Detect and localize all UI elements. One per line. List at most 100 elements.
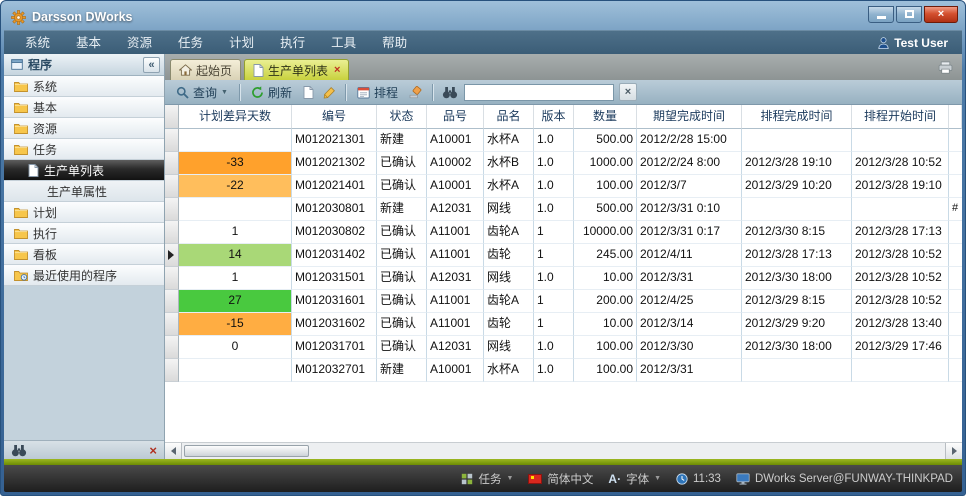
sidebar-item[interactable]: 最近使用的程序 [4, 265, 164, 286]
grid-cell: 新建 [377, 198, 427, 221]
grid-cell: 2012/4/11 [637, 244, 742, 267]
grid-row[interactable]: -22M012021401已确认A10001水杯A1.0100.002012/3… [165, 175, 962, 198]
folder-icon [14, 249, 28, 260]
folder-icon [14, 144, 28, 155]
grid-row[interactable]: 1M012031501已确认A12031网线1.010.002012/3/312… [165, 267, 962, 290]
grid-cell: 水杯B [484, 152, 534, 175]
grid-cell: 2012/3/31 [637, 267, 742, 290]
scroll-left-button[interactable] [165, 443, 182, 459]
sidebar-collapse-button[interactable]: « [143, 57, 160, 73]
grid-row[interactable]: M012030801新建A12031网线1.0500.002012/3/31 0… [165, 198, 962, 221]
grid-row[interactable]: 27M012031601已确认A11001齿轮A1200.002012/4/25… [165, 290, 962, 313]
grid-cell: A11001 [427, 290, 484, 313]
user-indicator[interactable]: Test User [878, 36, 954, 50]
clear-search-button[interactable]: × [619, 83, 637, 101]
scrollbar-thumb[interactable] [184, 445, 309, 457]
grid-cell: 已确认 [377, 313, 427, 336]
statusbar-language[interactable]: 简体中文 [528, 471, 593, 487]
grid-row[interactable]: 14M012031402已确认A11001齿轮1245.002012/4/112… [165, 244, 962, 267]
menu-item[interactable]: 执行 [267, 31, 318, 55]
grid-cell: 14 [179, 244, 292, 267]
menu-item[interactable]: 计划 [216, 31, 267, 55]
grid-cell: A11001 [427, 244, 484, 267]
tab[interactable]: 生产单列表× [244, 59, 349, 80]
sidebar-item[interactable]: 资源 [4, 118, 164, 139]
column-header[interactable]: 排程完成时间 [742, 105, 852, 129]
binoculars-icon[interactable] [11, 444, 27, 457]
tabs: 起始页生产单列表× [170, 59, 349, 80]
sidebar-item[interactable]: 基本 [4, 97, 164, 118]
sidebar-item[interactable]: 任务 [4, 139, 164, 160]
grid-cell: 1 [179, 267, 292, 290]
grid-cell [949, 244, 962, 267]
query-button[interactable]: 查询 ▼ [171, 82, 233, 103]
grid-cell: 新建 [377, 129, 427, 152]
column-header[interactable]: 品号 [427, 105, 484, 129]
menu-item[interactable]: 帮助 [369, 31, 420, 55]
sidebar-item[interactable]: 系统 [4, 76, 164, 97]
menu-item[interactable]: 基本 [63, 31, 114, 55]
menu-item[interactable]: 资源 [114, 31, 165, 55]
maximize-button[interactable] [896, 6, 922, 23]
sidebar-item[interactable]: 计划 [4, 202, 164, 223]
grid-cell: 已确认 [377, 175, 427, 198]
sidebar-item[interactable]: 看板 [4, 244, 164, 265]
grid-cell: 已确认 [377, 221, 427, 244]
sidebar-item[interactable]: 生产单列表 [4, 160, 164, 181]
eraser-button[interactable] [406, 84, 426, 101]
horizontal-scrollbar[interactable] [165, 442, 962, 459]
tasks-grid-icon [461, 473, 473, 485]
find-binoculars-icon[interactable] [442, 86, 458, 99]
statusbar-tasks[interactable]: 任务 ▼ [461, 471, 513, 487]
refresh-button[interactable]: 刷新 [246, 82, 297, 103]
column-header[interactable]: 期望完成时间 [637, 105, 742, 129]
grid-cell: A10002 [427, 152, 484, 175]
column-header[interactable]: 数量 [574, 105, 637, 129]
printer-icon[interactable] [938, 61, 957, 74]
scroll-right-button[interactable] [945, 443, 962, 459]
menu-item[interactable]: 工具 [318, 31, 369, 55]
recent-icon [14, 270, 28, 281]
minimize-button[interactable] [868, 6, 894, 23]
statusbar-clock: 11:33 [676, 473, 721, 485]
column-header[interactable]: 品名 [484, 105, 534, 129]
grid-row[interactable]: 1M012030802已确认A11001齿轮A110000.002012/3/3… [165, 221, 962, 244]
edit-button[interactable] [320, 84, 339, 101]
menu-item[interactable]: 任务 [165, 31, 216, 55]
grid-cell: 齿轮A [484, 221, 534, 244]
grid-cell: 100.00 [574, 336, 637, 359]
grid-row[interactable]: M012032701新建A10001水杯A1.0100.002012/3/31 [165, 359, 962, 382]
grid-cell: 2012/3/30 8:15 [742, 221, 852, 244]
grid-row[interactable]: -15M012031602已确认A11001齿轮110.002012/3/142… [165, 313, 962, 336]
search-input[interactable] [464, 84, 614, 101]
grid-cell: 已确认 [377, 290, 427, 313]
sidebar-item[interactable]: 生产单属性 [4, 181, 164, 202]
tab-close-icon[interactable]: × [334, 64, 340, 76]
column-header[interactable]: 版本 [534, 105, 574, 129]
sidebar-item-list: 系统基本资源任务生产单列表生产单属性计划执行看板最近使用的程序 [4, 76, 164, 286]
statusbar-font[interactable]: A· 字体 ▼ [608, 471, 661, 487]
sidebar-search-close-icon[interactable]: × [149, 443, 157, 458]
row-indicator-header [165, 105, 179, 129]
tab[interactable]: 起始页 [170, 59, 241, 80]
grid-row[interactable]: 0M012031701已确认A12031网线1.0100.002012/3/30… [165, 336, 962, 359]
row-indicator [165, 336, 179, 359]
grid-cell [852, 359, 949, 382]
magnifier-icon [176, 86, 189, 99]
grid-row[interactable]: M012021301新建A10001水杯A1.0500.002012/2/28 … [165, 129, 962, 152]
column-header[interactable]: 编号 [292, 105, 377, 129]
close-button[interactable]: × [924, 6, 958, 23]
new-document-button[interactable] [300, 84, 317, 101]
column-header[interactable]: 排程开始时间 [852, 105, 949, 129]
grid-cell: 已确认 [377, 336, 427, 359]
column-header[interactable]: 计划差异天数 [179, 105, 292, 129]
column-header[interactable]: 状态 [377, 105, 427, 129]
schedule-button[interactable]: 排程 [352, 82, 403, 103]
menu-item[interactable]: 系统 [12, 31, 63, 55]
grid-row[interactable]: -33M012021302已确认A10002水杯B1.01000.002012/… [165, 152, 962, 175]
sidebar-item[interactable]: 执行 [4, 223, 164, 244]
user-name: Test User [894, 36, 948, 50]
close-icon: × [938, 8, 944, 20]
sidebar-search-footer: × [4, 440, 164, 459]
grid-cell [179, 198, 292, 221]
